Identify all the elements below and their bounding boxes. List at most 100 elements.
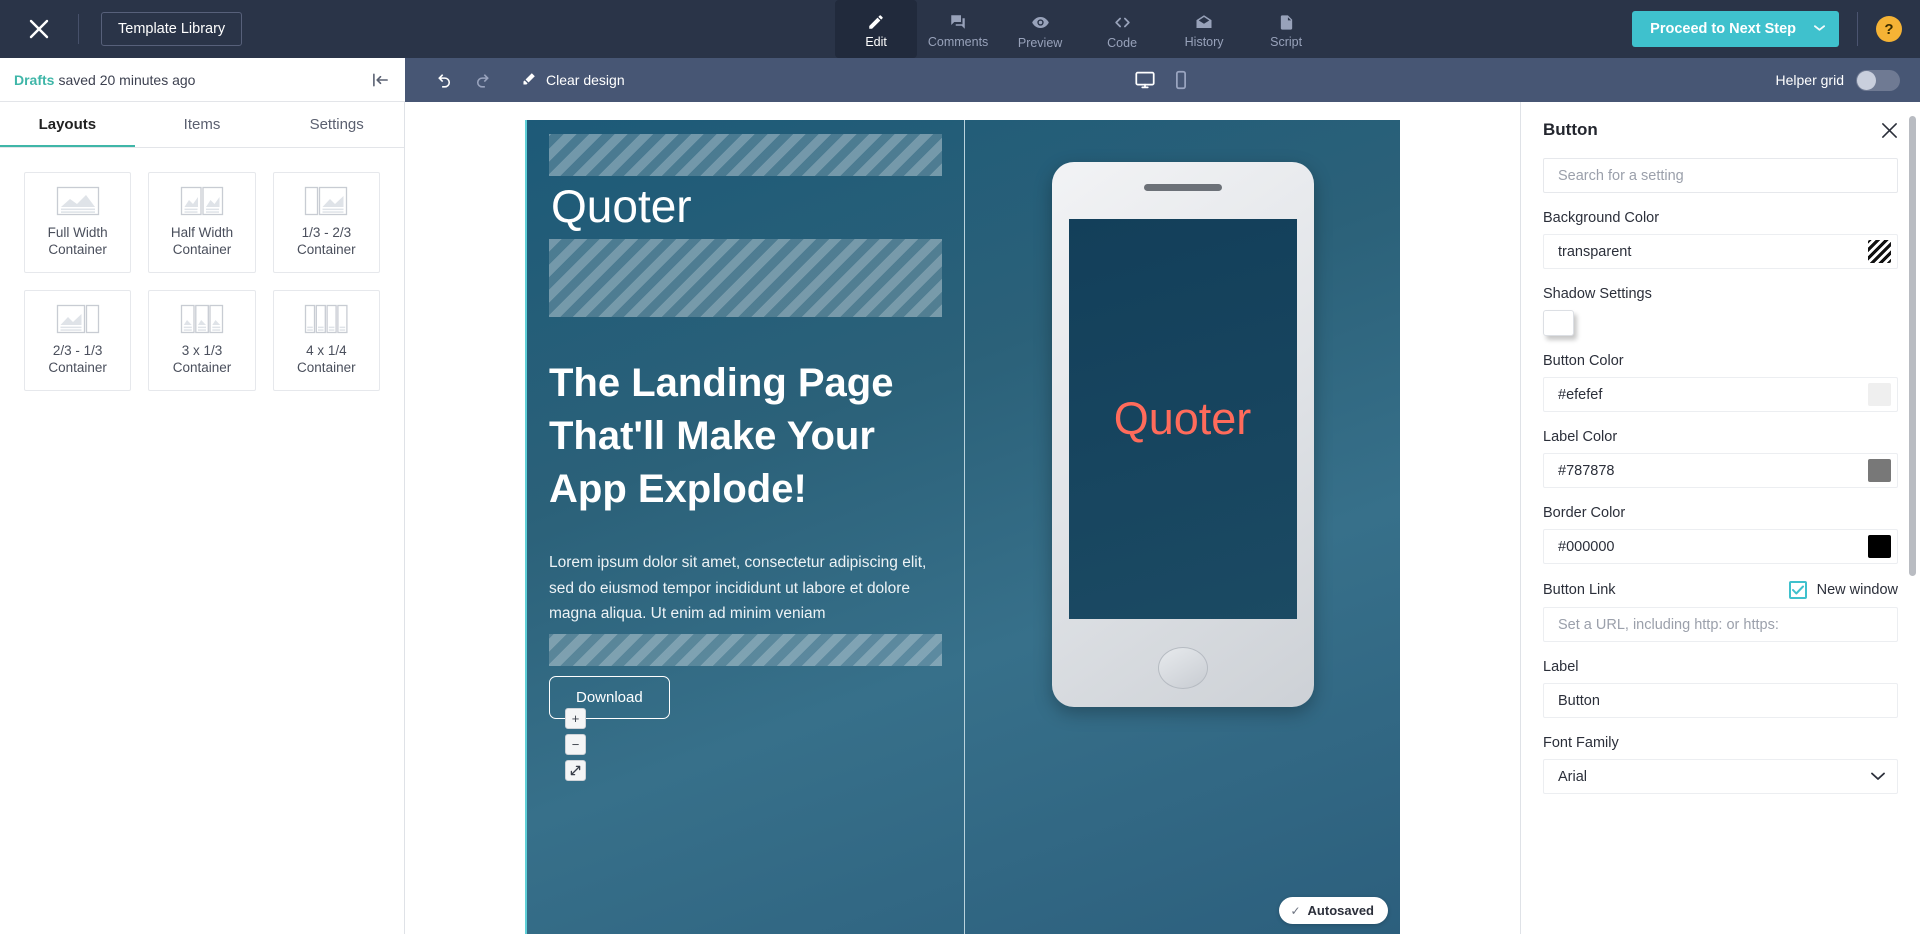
template-library-button[interactable]: Template Library	[101, 12, 243, 46]
tab-code[interactable]: Code	[1081, 0, 1163, 58]
phone-mockup[interactable]: Quoter	[1051, 162, 1314, 707]
layout-card-label: 2/3 - 1/3 Container	[48, 343, 107, 375]
eraser-icon	[521, 71, 537, 90]
autosaved-badge: ✓ Autosaved	[1279, 897, 1388, 924]
layout-four-quarters-icon	[305, 304, 348, 334]
proceed-label: Proceed to Next Step	[1650, 21, 1796, 37]
properties-header: Button	[1543, 120, 1898, 140]
border-color-value: #000000	[1558, 538, 1615, 555]
new-window-checkbox[interactable]	[1788, 581, 1807, 599]
layout-half-width-icon	[180, 186, 224, 216]
layout-card-twothird-third[interactable]: 2/3 - 1/3 Container	[24, 290, 132, 391]
phone-speaker	[1143, 184, 1222, 191]
tab-script[interactable]: Script	[1245, 0, 1327, 58]
main-area: Layouts Items Settings Full Width Contai…	[0, 102, 1920, 934]
tab-items[interactable]: Items	[135, 102, 270, 147]
canvas-area: Quoter The Landing Page That'll Make You…	[405, 102, 1520, 934]
button-link-placeholder: Set a URL, including http: or https:	[1558, 616, 1779, 633]
background-color-field[interactable]: transparent	[1543, 234, 1898, 269]
phone-screen: Quoter	[1068, 219, 1297, 619]
new-window-control: New window	[1788, 581, 1898, 599]
shadow-settings-label: Shadow Settings	[1543, 286, 1652, 302]
brand-title[interactable]: Quoter	[551, 180, 942, 233]
tab-settings[interactable]: Settings	[269, 102, 404, 147]
button-link-field[interactable]: Set a URL, including http: or https:	[1543, 607, 1898, 642]
border-color-field[interactable]: #000000	[1543, 529, 1898, 564]
properties-scrollbar[interactable]	[1909, 116, 1916, 576]
font-family-label: Font Family	[1543, 735, 1619, 751]
chevron-down-icon[interactable]	[1814, 24, 1825, 35]
zoom-out-icon[interactable]: −	[565, 733, 586, 755]
placeholder-block-low[interactable]	[549, 633, 942, 666]
tab-preview-label: Preview	[1017, 35, 1063, 50]
button-link-row: Button Link New window	[1543, 581, 1898, 599]
layout-card-third-twothird[interactable]: 1/3 - 2/3 Container	[272, 172, 380, 273]
resize-expand-icon[interactable]	[565, 759, 586, 781]
clear-design-button[interactable]: Clear design	[521, 71, 625, 90]
element-zoom-controls: + −	[565, 707, 586, 781]
document-icon	[1278, 14, 1295, 31]
layout-card-four-quarters[interactable]: 4 x 1/4 Container	[272, 290, 380, 391]
tab-layouts[interactable]: Layouts	[0, 102, 135, 147]
layout-card-label: 1/3 - 2/3 Container	[297, 225, 356, 257]
undo-arrow-icon[interactable]	[425, 65, 463, 95]
shadow-preview-chip[interactable]	[1543, 310, 1574, 336]
hero-headline[interactable]: The Landing Page That'll Make Your App E…	[549, 357, 942, 517]
close-x-icon[interactable]	[22, 12, 56, 46]
design-canvas[interactable]: Quoter The Landing Page That'll Make You…	[525, 120, 1400, 934]
search-setting-input[interactable]	[1543, 158, 1898, 193]
redo-arrow-icon[interactable]	[463, 65, 501, 95]
button-link-label: Button Link	[1543, 582, 1616, 598]
transparent-swatch-icon[interactable]	[1868, 240, 1891, 263]
mobile-phone-icon[interactable]	[1170, 69, 1192, 91]
tab-comments-label: Comments	[927, 35, 989, 49]
clear-design-label: Clear design	[546, 72, 625, 88]
layout-card-half-width[interactable]: Half Width Container	[148, 172, 256, 273]
check-icon: ✓	[1290, 903, 1301, 918]
chevron-down-icon[interactable]	[1871, 769, 1885, 785]
help-question-icon[interactable]: ?	[1876, 16, 1902, 42]
tab-comments[interactable]: Comments	[917, 0, 999, 58]
font-family-select[interactable]: Arial	[1543, 759, 1898, 794]
helper-grid-label: Helper grid	[1775, 72, 1844, 88]
button-color-field[interactable]: #efefef	[1543, 377, 1898, 412]
placeholder-block-top[interactable]	[549, 134, 942, 176]
zoom-in-icon[interactable]: +	[565, 707, 586, 729]
tab-preview[interactable]: Preview	[999, 0, 1081, 58]
layout-card-full-width[interactable]: Full Width Container	[24, 172, 132, 273]
layout-three-thirds-icon	[180, 304, 224, 334]
left-panel: Layouts Items Settings Full Width Contai…	[0, 102, 405, 934]
collapse-panel-icon[interactable]	[372, 73, 389, 87]
hero-subcopy[interactable]: Lorem ipsum dolor sit amet, consectetur …	[549, 550, 942, 625]
label-field[interactable]: Button	[1543, 683, 1898, 718]
eye-icon	[1031, 13, 1050, 32]
top-bar-right: Proceed to Next Step ?	[1632, 0, 1920, 58]
label-color-swatch[interactable]	[1868, 459, 1891, 482]
border-color-swatch[interactable]	[1868, 535, 1891, 558]
tab-code-label: Code	[1107, 35, 1138, 50]
drafts-status-bar: Drafts saved 20 minutes ago	[0, 58, 405, 102]
button-color-swatch[interactable]	[1868, 383, 1891, 406]
helper-grid-toggle[interactable]	[1856, 69, 1900, 91]
close-icon[interactable]	[1881, 122, 1898, 139]
right-properties-panel: Button Background Color transparent Shad…	[1520, 102, 1920, 934]
layout-card-label: Half Width Container	[170, 225, 234, 257]
label-color-field[interactable]: #787878	[1543, 453, 1898, 488]
label-color-value: #787878	[1558, 462, 1615, 479]
tab-edit-label: Edit	[865, 35, 887, 49]
layout-card-label: 4 x 1/4 Container	[297, 343, 356, 375]
layout-twothird-third-icon	[56, 304, 99, 334]
divider	[1857, 12, 1858, 46]
placeholder-block-mid[interactable]	[549, 238, 942, 317]
label-field-value: Button	[1558, 692, 1600, 709]
proceed-to-next-step-button[interactable]: Proceed to Next Step	[1632, 11, 1839, 47]
layout-card-three-thirds[interactable]: 3 x 1/3 Container	[148, 290, 256, 391]
divider	[78, 14, 79, 44]
tab-edit[interactable]: Edit	[835, 0, 918, 58]
top-bar: Template Library Edit Comments Preview C…	[0, 0, 1920, 58]
envelope-open-icon	[1195, 13, 1213, 31]
layout-card-label: 3 x 1/3 Container	[172, 343, 232, 375]
desktop-monitor-icon[interactable]	[1134, 69, 1156, 91]
tab-history[interactable]: History	[1163, 0, 1245, 58]
left-panel-tabs: Layouts Items Settings	[0, 102, 404, 148]
